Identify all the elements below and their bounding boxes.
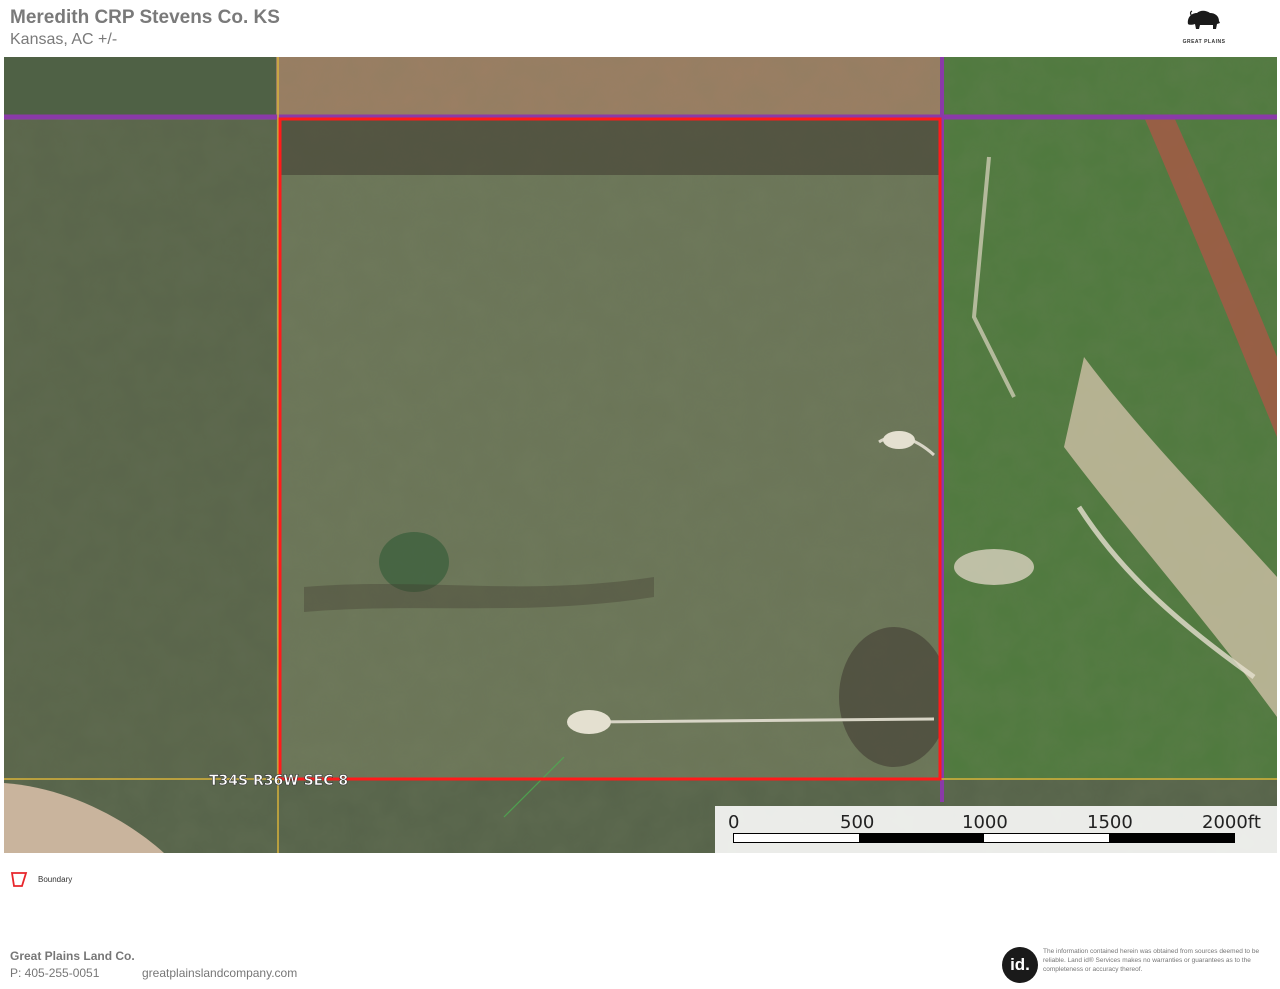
company-logo: GREAT PLAINS xyxy=(1180,8,1228,48)
scale-label-1500: 1500 xyxy=(1087,812,1133,833)
scale-label-2000: 2000ft xyxy=(1202,812,1261,833)
scale-bar: 0 500 1000 1500 2000ft xyxy=(715,806,1277,853)
logo-text: GREAT PLAINS xyxy=(1182,39,1226,45)
scale-segment xyxy=(1109,834,1234,842)
scale-label-0: 0 xyxy=(728,812,740,833)
section-label: T34S R36W SEC 8 xyxy=(209,773,348,789)
scale-segment xyxy=(859,834,984,842)
scale-label-500: 500 xyxy=(840,812,875,833)
company-phone: P: 405-255-0051 xyxy=(10,966,100,980)
map-subtitle: Kansas, AC +/- xyxy=(10,31,118,48)
map-legend: Boundary xyxy=(10,870,72,893)
scale-label-1000: 1000 xyxy=(962,812,1008,833)
boundary-icon xyxy=(10,872,28,887)
west-parcel xyxy=(4,120,276,780)
well-pad-south xyxy=(567,710,611,734)
map-title: Meredith CRP Stevens Co. KS xyxy=(10,7,280,28)
company-name: Great Plains Land Co. xyxy=(10,949,135,963)
well-pad-east xyxy=(883,431,915,449)
aerial-map[interactable]: T34S R36W SEC 8 xyxy=(4,57,1277,853)
legend-label-boundary: Boundary xyxy=(38,875,73,884)
bison-icon xyxy=(1187,10,1220,29)
disclaimer-text: The information contained herein was obt… xyxy=(1043,948,1260,973)
landid-badge-icon: id. xyxy=(1002,947,1038,983)
scale-bar-track xyxy=(733,833,1235,843)
company-website[interactable]: greatplainslandcompany.com xyxy=(142,966,297,980)
